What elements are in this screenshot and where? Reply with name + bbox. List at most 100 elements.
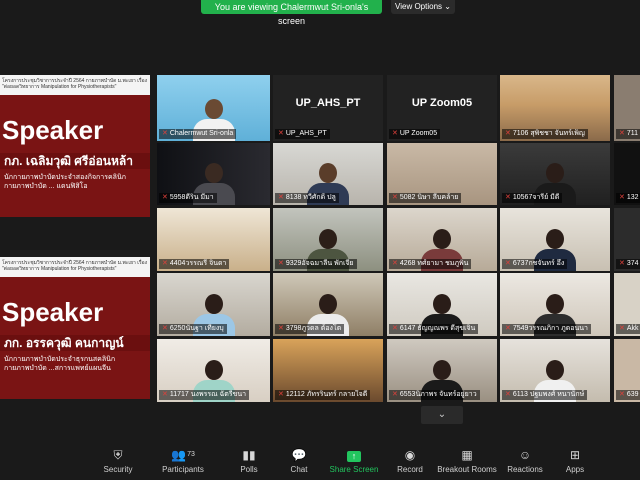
video-tile[interactable]: ✕ Chalermwut Sri-onla [157, 75, 270, 141]
slide-speaker-title: Speaker [2, 297, 104, 327]
shared-slide-2: โครงการประชุมวิชาการประจำปี 2564 กายภาพบ… [0, 257, 150, 399]
mic-muted-icon: ✕ [278, 391, 284, 398]
video-tile[interactable]: ✕ 639 [614, 339, 640, 402]
video-tile[interactable]: ✕ 7549วรรณภิกา ภูดอนนา [500, 273, 610, 336]
video-tile[interactable]: ✕ 4404วรรณรี จินดา [157, 208, 270, 271]
video-tile[interactable]: ✕ 6113 ปฐมพงศ์ หนานักษ์ [500, 339, 610, 402]
gallery-next-page-button[interactable]: ⌄ [421, 406, 463, 424]
participant-name: ✕ 9329อัจฉมาลีน พักเจีย [275, 259, 357, 269]
shield-icon: ⛨ [113, 448, 123, 462]
mic-muted-icon: ✕ [162, 194, 168, 201]
video-tile[interactable]: ✕ 9329อัจฉมาลีน พักเจีย [273, 208, 383, 271]
participant-name: ✕ 4268 ทศ์ยามา ชมภูพิน [389, 259, 472, 269]
video-tile[interactable]: ✕ 6553นิภาพร จันทร์อยู่ยาว [387, 339, 497, 402]
participant-name: ✕ 5958ดีริน มีมา [159, 193, 217, 203]
video-tile[interactable]: ✕ 374 [614, 208, 640, 271]
mic-muted-icon: ✕ [392, 194, 398, 201]
participant-name: ✕ 3798ภูวดล ต้องโต [275, 324, 345, 334]
participant-name: ✕ 11717 นงพรรณ ฉัตรีขนา [159, 390, 250, 400]
mic-muted-icon: ✕ [162, 391, 168, 398]
participant-name: ✕ 6553นิภาพร จันทร์อยู่ยาว [389, 390, 480, 400]
video-tile[interactable]: ✕ 132 [614, 143, 640, 205]
mic-muted-icon: ✕ [392, 130, 398, 137]
mic-muted-icon: ✕ [278, 194, 284, 201]
slide-speaker-desc: นักกายภาพบำบัดประจำธุรกนสคลินิกกายภาพบำบ… [4, 356, 116, 372]
video-tile[interactable]: ✕ 6737กชจันทร์ อึ้ง [500, 208, 610, 271]
video-tile[interactable]: ✕ Akk [614, 273, 640, 336]
view-options-button[interactable]: View Options ⌄ [391, 0, 455, 14]
participants-count: 73 [187, 451, 195, 458]
mic-muted-icon: ✕ [162, 260, 168, 267]
mic-muted-icon: ✕ [505, 325, 511, 332]
participant-name: ✕ 374 [616, 259, 640, 269]
slide-header: โครงการประชุมวิชาการประจำปี 2564 กายภาพบ… [0, 75, 150, 95]
slide-speaker-desc: นักกายภาพบำบัดประจำสองกิจการคลินิกกายภาพ… [4, 174, 126, 190]
mic-muted-icon: ✕ [619, 194, 625, 201]
video-tile[interactable]: ✕ 6147 ธัญญณพร ดีสุขเจิน [387, 273, 497, 336]
video-tile[interactable]: ✕ 10567จารีย์ มีดี [500, 143, 610, 205]
mic-muted-icon: ✕ [505, 130, 511, 137]
mic-muted-icon: ✕ [162, 130, 168, 137]
slide-header: โครงการประชุมวิชาการประจำปี 2564 กายภาพบ… [0, 257, 150, 277]
participant-name: ✕ 132 [616, 193, 640, 203]
video-tile[interactable]: ✕ 8138 ทวีศักดิ์ ปลู [273, 143, 383, 205]
slide-speaker-name: กภ. เฉลิมวุฒิ ศรีอ่อนหล้า [0, 153, 150, 169]
video-tile[interactable]: ✕ 6250นันฐา เที่ยงบุ [157, 273, 270, 336]
video-tile[interactable]: ✕ 7106 สุพิชชา จันทร์เพ็ญ [500, 75, 610, 141]
video-tile[interactable]: ✕ 5958ดีริน มีมา [157, 143, 270, 205]
video-tile[interactable]: ✕ 5082 นิษา ลีบคล้าย [387, 143, 497, 205]
chat-icon: 💬 [291, 448, 307, 462]
video-tile[interactable]: ✕ 3798ภูวดล ต้องโต [273, 273, 383, 336]
apps-icon: ⊞ [569, 448, 581, 462]
viewing-banner: You are viewing Chalermwut Sri-onla's sc… [201, 0, 382, 26]
participant-name: ✕ 639 [616, 390, 640, 400]
video-tile[interactable]: UP_AHS_PT ✕ UP_AHS_PT [273, 75, 383, 141]
participant-display-name: UP Zoom05 [411, 97, 473, 109]
record-button[interactable]: ◉ Record [379, 447, 441, 474]
security-button[interactable]: ⛨ Security [87, 447, 149, 474]
participant-name: ✕ 12112 ภัทรรินทร์ กลายใจดี [275, 390, 371, 400]
participant-name: ✕ 4404วรรณรี จินดา [159, 259, 230, 269]
participant-name: ✕ 7106 สุพิชชา จันทร์เพ็ญ [502, 129, 588, 139]
participant-name: ✕ 711 [616, 129, 640, 139]
breakout-rooms-button[interactable]: ▦ Breakout Rooms [436, 447, 498, 474]
participant-name: ✕ 6250นันฐา เที่ยงบุ [159, 324, 227, 334]
participants-button[interactable]: 👥73 Participants [152, 447, 214, 474]
video-tile[interactable]: ✕ 711 [614, 75, 640, 141]
mic-muted-icon: ✕ [619, 325, 625, 332]
mic-muted-icon: ✕ [505, 391, 511, 398]
participant-name: ✕ UP Zoom05 [389, 129, 441, 139]
mic-muted-icon: ✕ [619, 130, 625, 137]
mic-muted-icon: ✕ [619, 391, 625, 398]
mic-muted-icon: ✕ [505, 260, 511, 267]
mic-muted-icon: ✕ [278, 260, 284, 267]
participant-name: ✕ 6737กชจันทร์ อึ้ง [502, 259, 568, 269]
share-screen-button[interactable]: ↑ Share Screen [323, 447, 385, 474]
mic-muted-icon: ✕ [278, 325, 284, 332]
mic-muted-icon: ✕ [278, 130, 284, 137]
participant-name: ✕ UP_AHS_PT [275, 129, 330, 139]
apps-button[interactable]: ⊞ Apps [544, 447, 606, 474]
video-tile[interactable]: ✕ 4268 ทศ์ยามา ชมภูพิน [387, 208, 497, 271]
mic-muted-icon: ✕ [392, 260, 398, 267]
participant-name: ✕ Chalermwut Sri-onla [159, 129, 237, 139]
shared-slide-1: โครงการประชุมวิชาการประจำปี 2564 กายภาพบ… [0, 75, 150, 217]
mic-muted-icon: ✕ [505, 194, 511, 201]
mic-muted-icon: ✕ [392, 325, 398, 332]
breakout-rooms-icon: ▦ [461, 448, 473, 462]
video-tile[interactable]: ✕ 12112 ภัทรรินทร์ กลายใจดี [273, 339, 383, 402]
video-tile[interactable]: UP Zoom05 ✕ UP Zoom05 [387, 75, 497, 141]
mic-muted-icon: ✕ [392, 391, 398, 398]
slide-speaker-title: Speaker [2, 115, 104, 145]
video-tile[interactable]: ✕ 11717 นงพรรณ ฉัตรีขนา [157, 339, 270, 402]
participant-name: ✕ Akk [616, 324, 640, 334]
chat-button[interactable]: 💬 Chat [268, 447, 330, 474]
chevron-down-icon: ⌄ [437, 409, 447, 420]
participant-display-name: UP_AHS_PT [295, 97, 361, 109]
mic-muted-icon: ✕ [619, 260, 625, 267]
participant-name: ✕ 8138 ทวีศักดิ์ ปลู [275, 193, 339, 203]
participant-name: ✕ 6113 ปฐมพงศ์ หนานักษ์ [502, 390, 588, 400]
mic-muted-icon: ✕ [162, 325, 168, 332]
meeting-toolbar: ⛨ Security 👥73 Participants ▮▮ Polls 💬 C… [0, 441, 640, 480]
participants-icon: 👥73 [171, 448, 195, 462]
